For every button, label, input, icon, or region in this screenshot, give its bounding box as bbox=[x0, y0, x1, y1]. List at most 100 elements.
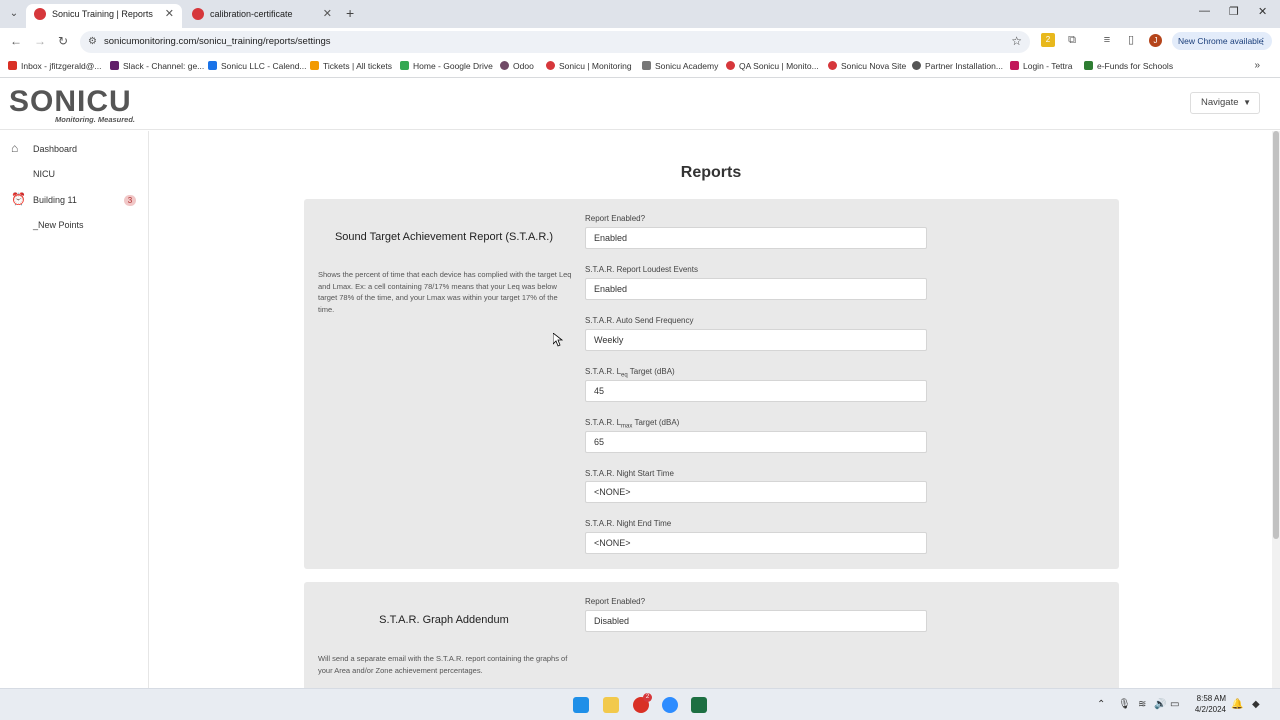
mouse-cursor-icon bbox=[553, 333, 563, 347]
new-tab-icon[interactable]: + bbox=[346, 5, 354, 21]
bookmark-efunds[interactable]: e-Funds for Schools bbox=[1084, 61, 1173, 71]
new-chrome-available-button[interactable]: New Chrome available ⋮ bbox=[1172, 32, 1272, 50]
gmail-icon bbox=[8, 61, 17, 70]
profile-avatar[interactable]: J bbox=[1149, 34, 1162, 47]
tray-overflow-icon[interactable]: ⌃ bbox=[1097, 699, 1105, 710]
night-end-time-select[interactable]: <NONE> bbox=[585, 532, 927, 554]
minimize-icon[interactable]: — bbox=[1199, 5, 1210, 17]
reload-icon[interactable]: ↻ bbox=[58, 34, 68, 48]
windows-taskbar: 2 ⌃ 🎙 ≋ 🔊 ▭ 8:58 AM 4/2/2024 🔔 ◆ bbox=[0, 688, 1280, 720]
sidebar-item-nicu[interactable]: NICU bbox=[33, 169, 55, 179]
tickets-icon bbox=[310, 61, 319, 70]
leq-target-input[interactable]: 45 bbox=[585, 380, 927, 402]
app-header: SONICU Monitoring. Measured. Navigate ▼ bbox=[0, 78, 1280, 130]
media-controls-icon[interactable]: ≡ bbox=[1100, 33, 1114, 47]
microphone-icon[interactable]: 🎙 bbox=[1118, 699, 1131, 710]
alarm-clock-icon: ⏰ bbox=[11, 192, 26, 206]
slack-icon bbox=[110, 61, 119, 70]
sonicu-favicon-icon bbox=[192, 8, 204, 20]
sidebar-item-dashboard[interactable]: Dashboard bbox=[33, 144, 77, 154]
excel-icon[interactable] bbox=[691, 697, 707, 713]
bookmarks-overflow-icon[interactable]: » bbox=[1254, 60, 1260, 71]
loudest-events-select[interactable]: Enabled bbox=[585, 278, 927, 300]
tab-label: calibration-certificate bbox=[210, 9, 293, 19]
system-clock[interactable]: 8:58 AM 4/2/2024 bbox=[1190, 693, 1226, 715]
notifications-bell-icon[interactable]: 🔔 bbox=[1231, 699, 1243, 710]
page-scrollbar[interactable] bbox=[1272, 131, 1280, 688]
kebab-menu-icon[interactable]: ⋮ bbox=[1259, 32, 1268, 50]
bookmark-sonicu-monitoring[interactable]: Sonicu | Monitoring bbox=[546, 61, 632, 71]
graph-card-description: Will send a separate email with the S.T.… bbox=[318, 654, 568, 675]
navigate-dropdown[interactable]: Navigate ▼ bbox=[1190, 92, 1260, 114]
site-info-icon[interactable]: ⚙ bbox=[88, 36, 97, 47]
auto-send-frequency-select[interactable]: Weekly bbox=[585, 329, 927, 351]
bookmark-tickets[interactable]: Tickets | All tickets bbox=[310, 61, 392, 71]
scrollbar-thumb[interactable] bbox=[1273, 131, 1279, 539]
report-enabled-select[interactable]: Enabled bbox=[585, 227, 927, 249]
alert-count-badge: 3 bbox=[124, 195, 136, 206]
close-tab-icon[interactable]: ✕ bbox=[165, 4, 174, 24]
battery-icon[interactable]: ▭ bbox=[1170, 699, 1179, 710]
volume-icon[interactable]: 🔊 bbox=[1154, 699, 1166, 710]
navigate-label: Navigate bbox=[1201, 97, 1239, 108]
forward-icon[interactable]: → bbox=[34, 34, 46, 48]
bookmark-gmail[interactable]: Inbox - jfitzgerald@... bbox=[8, 61, 101, 71]
bookmark-qa-sonicu[interactable]: QA Sonicu | Monito... bbox=[726, 61, 819, 71]
zoom-icon[interactable] bbox=[662, 697, 678, 713]
wifi-icon[interactable]: ≋ bbox=[1138, 699, 1146, 710]
copilot-icon[interactable]: ◆ bbox=[1252, 699, 1260, 710]
tab-calibration-certificate[interactable]: calibration-certificate ✕ bbox=[184, 4, 340, 28]
extension-folder-icon[interactable]: 2 bbox=[1041, 33, 1055, 47]
bookmark-star-icon[interactable]: ☆ bbox=[1011, 34, 1022, 48]
url-text[interactable]: sonicumonitoring.com/sonicu_training/rep… bbox=[104, 36, 331, 47]
sonicu-icon bbox=[546, 61, 555, 70]
sonicu-icon bbox=[828, 61, 837, 70]
restore-icon[interactable]: ❐ bbox=[1229, 5, 1239, 18]
google-drive-icon bbox=[400, 61, 409, 70]
bookmark-sonicu-nova[interactable]: Sonicu Nova Site bbox=[828, 61, 906, 71]
loudest-events-label: S.T.A.R. Report Loudest Events bbox=[585, 265, 698, 274]
tab-label: Sonicu Training | Reports bbox=[52, 9, 153, 19]
bookmark-tettra[interactable]: Login - Tettra bbox=[1010, 61, 1072, 71]
night-start-time-label: S.T.A.R. Night Start Time bbox=[585, 469, 674, 478]
academy-icon bbox=[642, 61, 651, 70]
omnibox[interactable]: ⚙ sonicumonitoring.com/sonicu_training/r… bbox=[80, 31, 1030, 53]
chrome-badge: 2 bbox=[643, 693, 652, 702]
tab-sonicu-reports[interactable]: Sonicu Training | Reports ✕ bbox=[26, 4, 182, 28]
sidebar-item-building-11[interactable]: Building 11 bbox=[33, 195, 77, 205]
side-panel-icon[interactable]: ▯ bbox=[1124, 33, 1138, 47]
file-explorer-icon[interactable] bbox=[603, 697, 619, 713]
sonicu-app: SONICU Monitoring. Measured. Navigate ▼ … bbox=[0, 78, 1280, 688]
clock-date: 4/2/2024 bbox=[1194, 705, 1226, 714]
chevron-down-icon: ▼ bbox=[1243, 98, 1251, 107]
bookmark-sonicu-academy[interactable]: Sonicu Academy bbox=[642, 61, 718, 71]
sonicu-logo[interactable]: SONICU Monitoring. Measured. bbox=[9, 85, 141, 125]
bookmark-odoo[interactable]: Odoo bbox=[500, 61, 534, 71]
back-icon[interactable]: ← bbox=[10, 34, 22, 48]
sidebar: ⌂ Dashboard NICU ⏰ Building 11 3 _New Po… bbox=[0, 131, 149, 688]
windows-start-icon[interactable] bbox=[573, 697, 589, 713]
night-end-time-label: S.T.A.R. Night End Time bbox=[585, 519, 672, 528]
bookmark-partner-installation[interactable]: Partner Installation... bbox=[912, 61, 1003, 71]
sidebar-item-new-points[interactable]: _New Points bbox=[33, 220, 84, 230]
bookmark-calendar[interactable]: Sonicu LLC - Calend... bbox=[208, 61, 307, 71]
bookmark-google-drive[interactable]: Home - Google Drive bbox=[400, 61, 493, 71]
star-card-description: Shows the percent of time that each devi… bbox=[318, 270, 572, 315]
address-bar-row: ← → ↻ ⚙ sonicumonitoring.com/sonicu_trai… bbox=[0, 28, 1280, 56]
auto-send-frequency-label: S.T.A.R. Auto Send Frequency bbox=[585, 316, 694, 325]
logo-wordmark: SONICU bbox=[9, 85, 132, 118]
new-chrome-label: New Chrome available bbox=[1178, 36, 1264, 46]
leq-target-label: S.T.A.R. Leq Target (dBA) bbox=[585, 367, 675, 379]
tettra-icon bbox=[1010, 61, 1019, 70]
sonicu-favicon-icon bbox=[34, 8, 46, 20]
lmax-target-input[interactable]: 65 bbox=[585, 431, 927, 453]
window-close-icon[interactable]: ✕ bbox=[1258, 5, 1267, 18]
graph-report-enabled-select[interactable]: Disabled bbox=[585, 610, 927, 632]
graph-addendum-card: S.T.A.R. Graph Addendum Will send a sepa… bbox=[304, 582, 1119, 688]
bookmark-slack[interactable]: Slack - Channel: ge... bbox=[110, 61, 204, 71]
star-report-card: Sound Target Achievement Report (S.T.A.R… bbox=[304, 199, 1119, 569]
close-tab-icon[interactable]: ✕ bbox=[323, 4, 332, 24]
tab-search-icon[interactable]: ⌄ bbox=[6, 6, 22, 22]
night-start-time-select[interactable]: <NONE> bbox=[585, 481, 927, 503]
extensions-puzzle-icon[interactable]: ⧉ bbox=[1065, 33, 1079, 47]
